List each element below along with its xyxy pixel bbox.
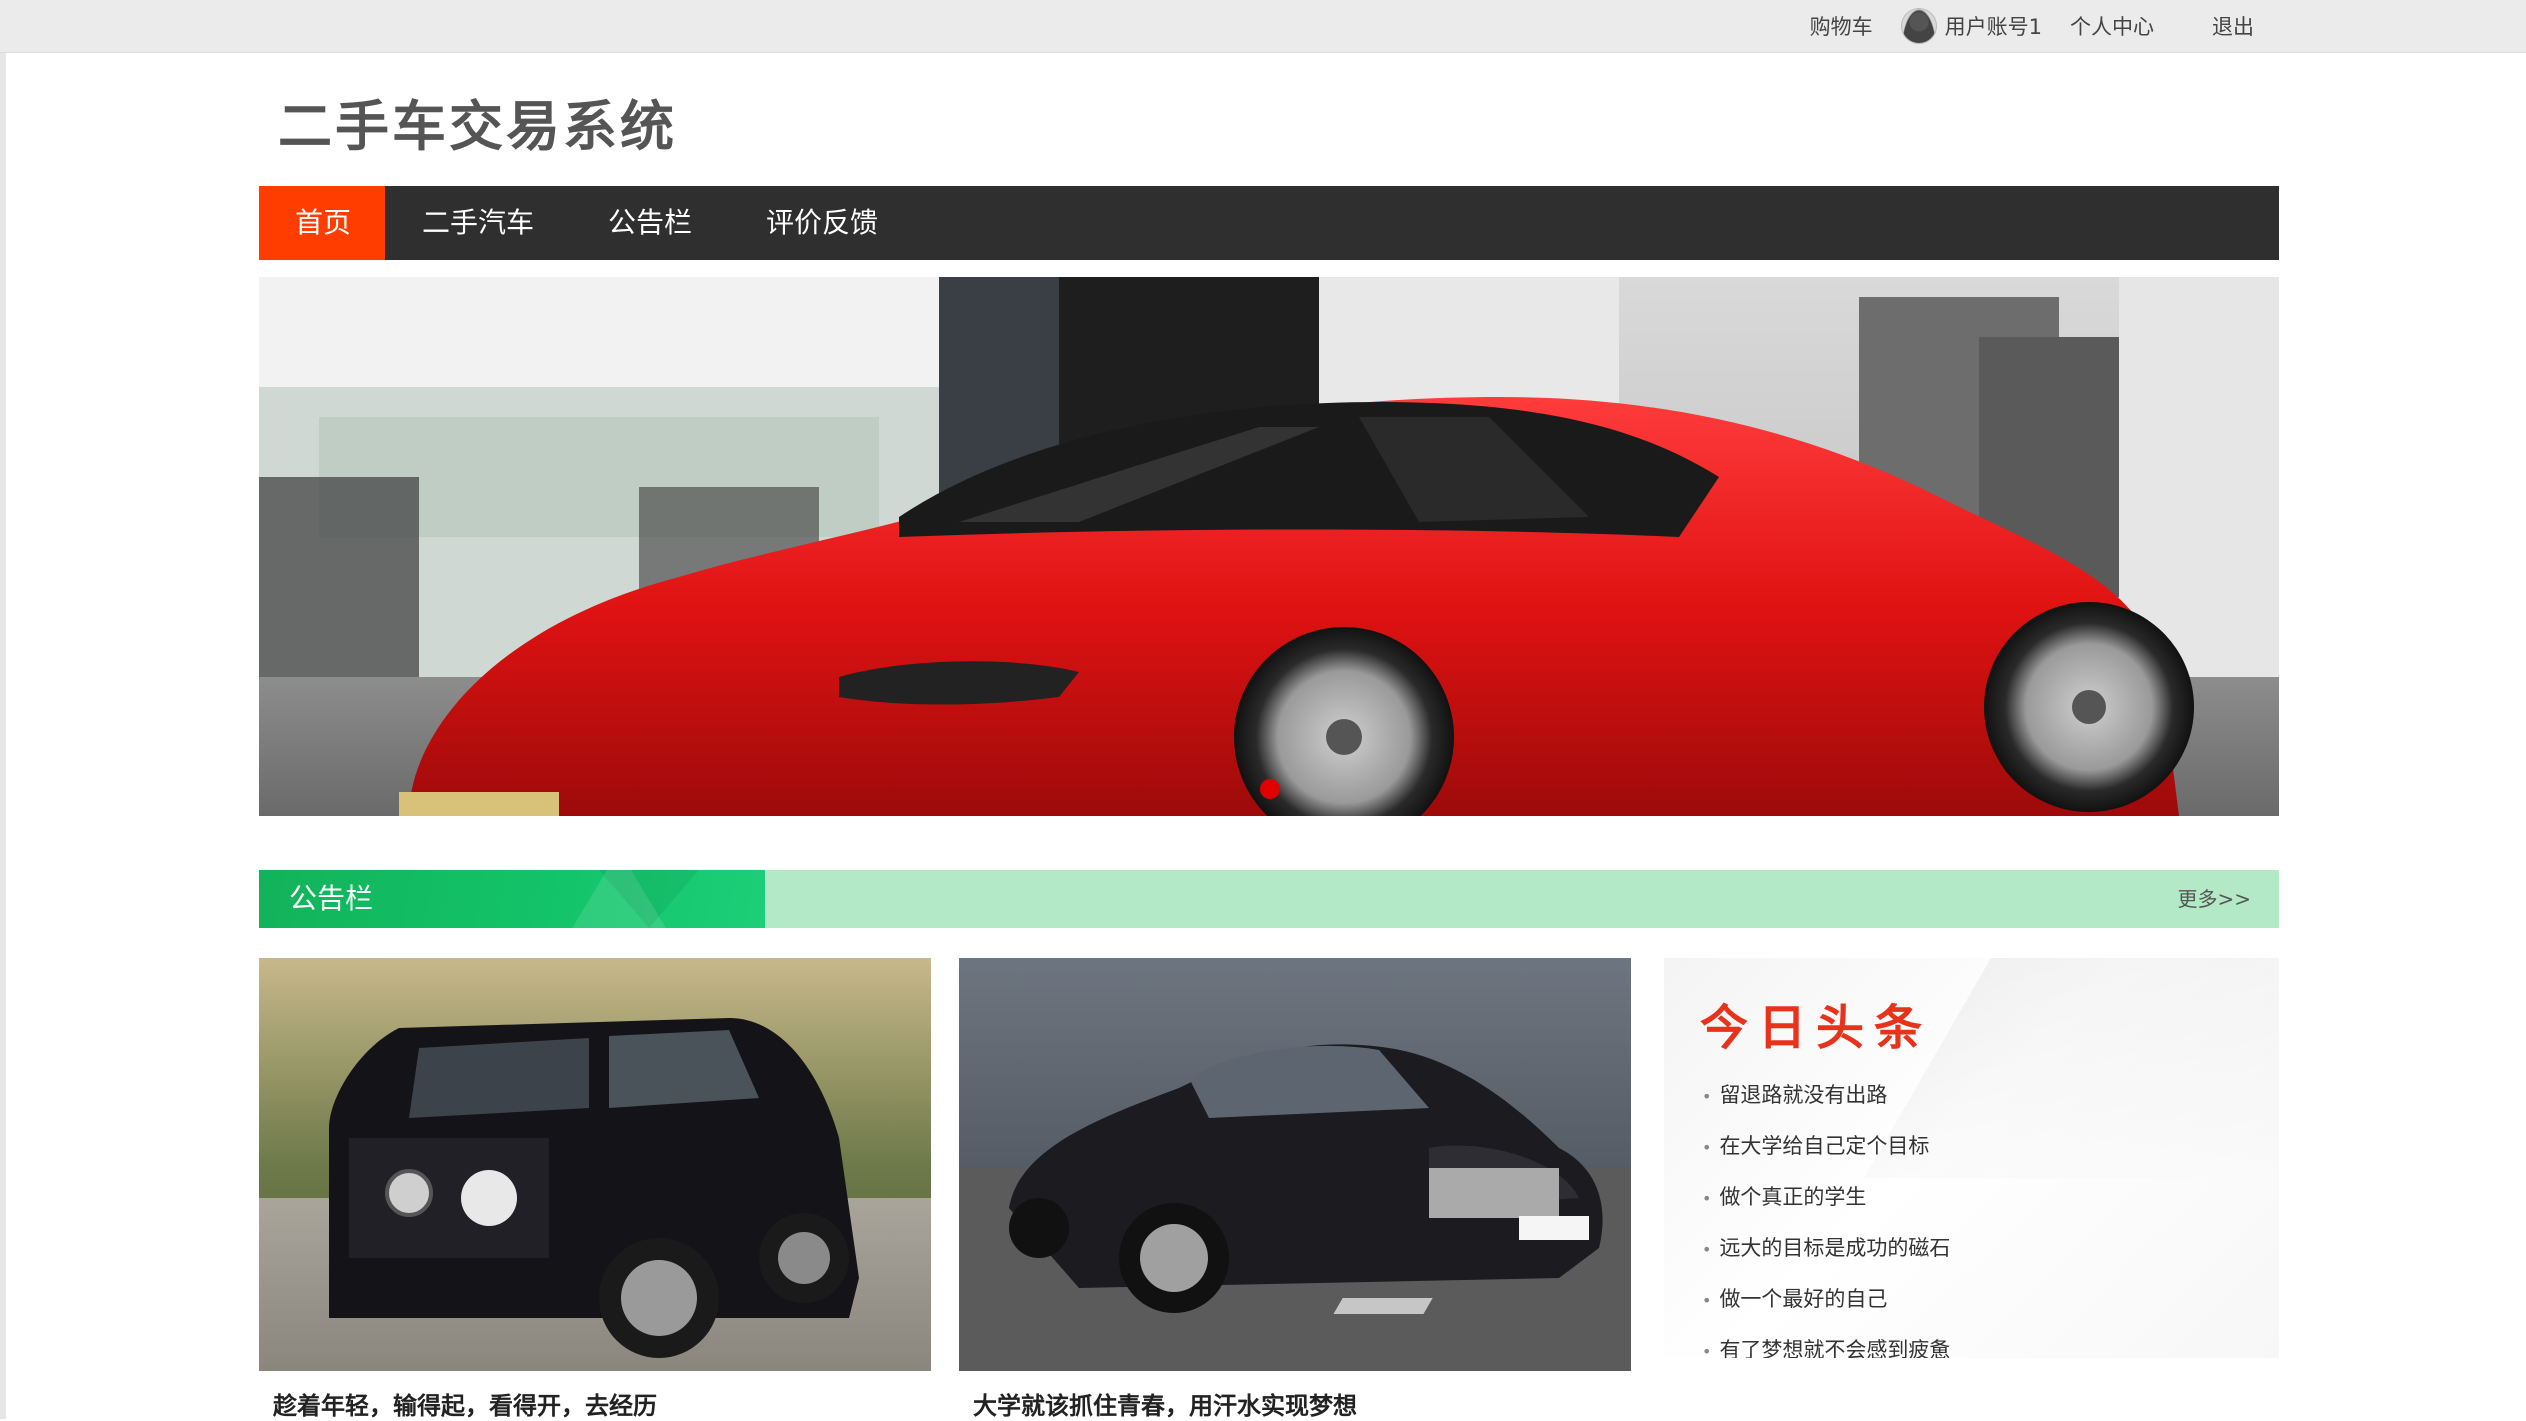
bullet-icon: • [1702, 1291, 1712, 1310]
avatar [1900, 8, 1937, 44]
black-suv-image [259, 958, 931, 1371]
logout-link[interactable]: 退出 [2198, 11, 2268, 41]
bullet-icon: • [1702, 1189, 1712, 1208]
tab-decoration-shade [599, 870, 699, 928]
headline-item-text: 做一个最好的自己 [1719, 1287, 1888, 1311]
top-bar-links: 购物车 用户账号1 个人中心 退出 [1796, 0, 2268, 52]
black-sedan-image [959, 958, 1631, 1371]
left-edge [0, 0, 6, 1419]
profile-link[interactable]: 个人中心 [2056, 11, 2168, 41]
news-card-image[interactable] [959, 958, 1631, 1371]
headline-list: • 留退路就没有出路 • 在大学给自己定个目标 • 做个真正的学生 • 远大的目标是成功… [1702, 1070, 1950, 1358]
notice-section-header: 公告栏 更多>> [259, 870, 2279, 928]
nav-item-home[interactable]: 首页 [259, 186, 385, 260]
notice-section-tab: 公告栏 [259, 870, 765, 928]
headline-item[interactable]: • 做一个最好的自己 [1702, 1274, 1950, 1325]
headline-panel: 今日头条 • 留退路就没有出路 • 在大学给自己定个目标 • 做个真正的学生 • 远大的… [1664, 958, 2279, 1358]
top-bar: 购物车 用户账号1 个人中心 退出 [0, 0, 2526, 53]
news-card[interactable]: 大学就该抓住青春，用汗水实现梦想 [959, 958, 1631, 1421]
bullet-icon: • [1702, 1342, 1712, 1358]
nav-item-feedback[interactable]: 评价反馈 [729, 186, 915, 260]
headline-item[interactable]: • 在大学给自己定个目标 [1702, 1121, 1950, 1172]
bullet-icon: • [1702, 1087, 1712, 1106]
news-card-image[interactable] [259, 958, 931, 1371]
headline-title: 今日头条 [1700, 1000, 1933, 1056]
headline-item-text: 远大的目标是成功的磁石 [1719, 1236, 1951, 1260]
news-card-caption[interactable]: 趁着年轻，输得起，看得开，去经历 [273, 1386, 657, 1421]
user-account[interactable]: 用户账号1 [1887, 8, 2056, 44]
headline-item[interactable]: • 远大的目标是成功的磁石 [1702, 1223, 1950, 1274]
nav-item-used-cars[interactable]: 二手汽车 [385, 186, 571, 260]
carousel-dot-active[interactable] [1260, 779, 1280, 799]
site-title: 二手车交易系统 [278, 95, 677, 158]
bullet-icon: • [1702, 1240, 1712, 1259]
main-nav: 首页 二手汽车 公告栏 评价反馈 [259, 186, 2279, 260]
headline-item-text: 留退路就没有出路 [1719, 1083, 1888, 1107]
banner-carousel[interactable] [259, 277, 2279, 816]
headline-item[interactable]: • 做个真正的学生 [1702, 1172, 1950, 1223]
headline-item[interactable]: • 留退路就没有出路 [1702, 1070, 1950, 1121]
headline-item-text: 在大学给自己定个目标 [1719, 1134, 1930, 1158]
headline-item[interactable]: • 有了梦想就不会感到疲惫 [1702, 1325, 1950, 1358]
cart-link[interactable]: 购物车 [1796, 11, 1887, 41]
more-link[interactable]: 更多>> [2177, 870, 2251, 928]
notice-section-title: 公告栏 [289, 882, 374, 915]
nav-item-notices[interactable]: 公告栏 [571, 186, 729, 260]
headline-item-text: 做个真正的学生 [1719, 1185, 1867, 1209]
banner-image [259, 277, 2279, 816]
news-card-caption[interactable]: 大学就该抓住青春，用汗水实现梦想 [973, 1386, 1357, 1421]
headline-item-text: 有了梦想就不会感到疲惫 [1719, 1338, 1951, 1358]
bullet-icon: • [1702, 1138, 1712, 1157]
username: 用户账号1 [1944, 15, 2042, 39]
news-card[interactable]: 趁着年轻，输得起，看得开，去经历 [259, 958, 931, 1421]
